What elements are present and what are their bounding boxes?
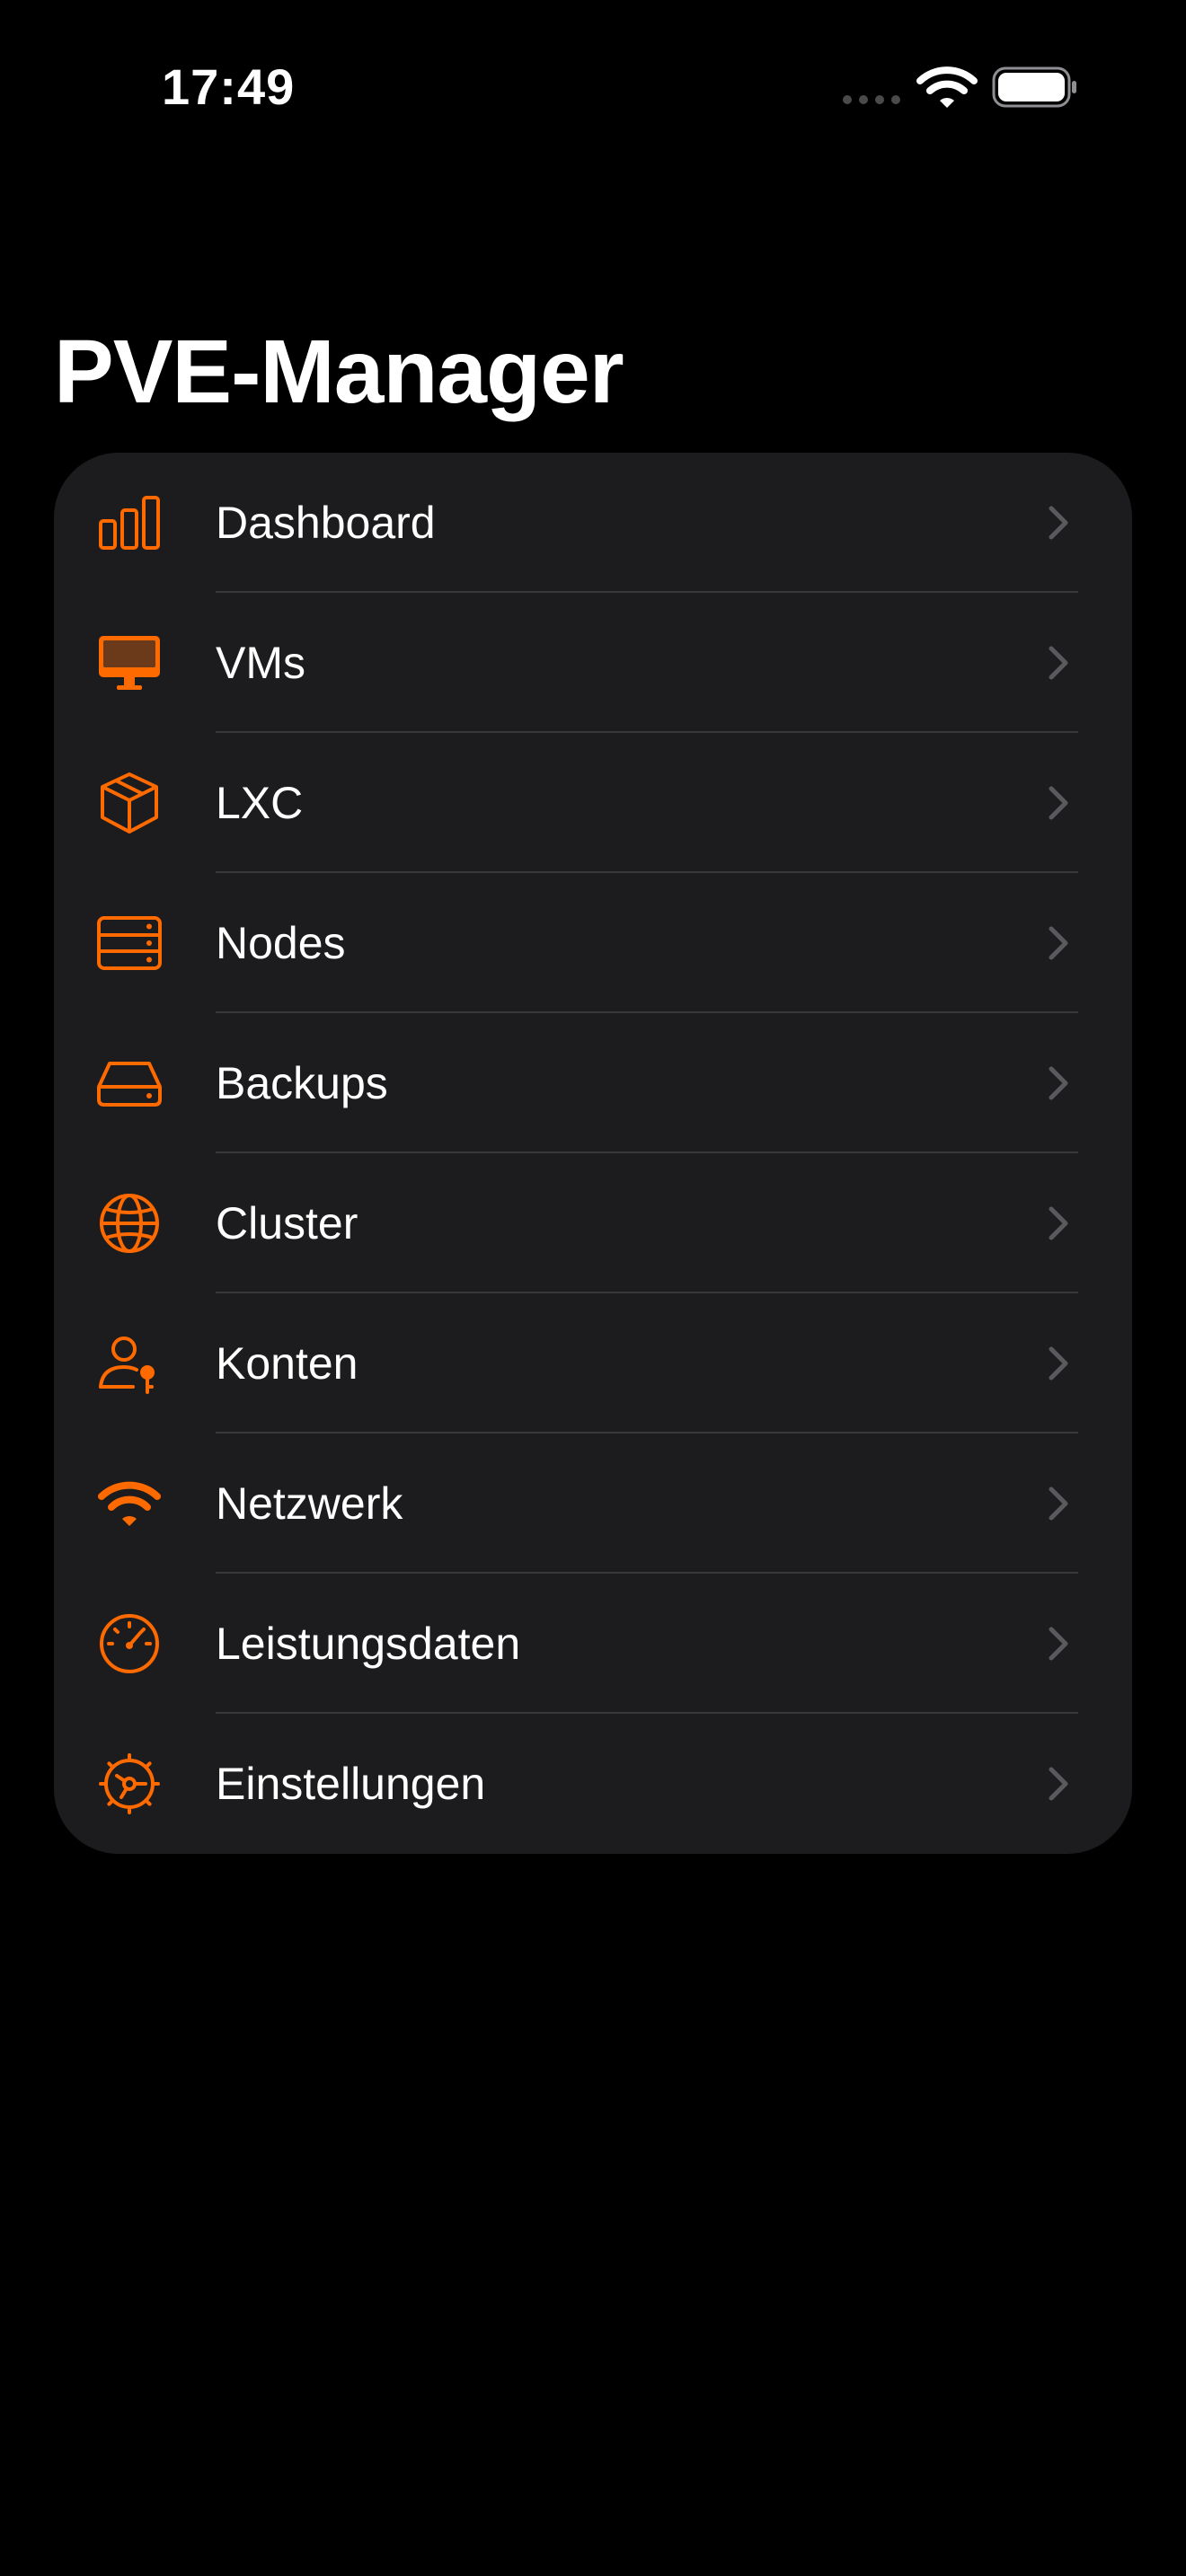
chevron-right-icon — [1049, 1066, 1068, 1100]
chevron-right-icon — [1049, 646, 1068, 680]
menu-item-dashboard[interactable]: Dashboard — [54, 453, 1132, 593]
menu-item-label: Dashboard — [216, 498, 436, 548]
desktop-monitor-icon — [97, 631, 162, 695]
page-title: PVE-Manager — [54, 322, 624, 422]
menu-item-label: Cluster — [216, 1198, 358, 1248]
main-menu: Dashboard VMs LXC Nodes Backups Cluster … — [54, 453, 1132, 1854]
chevron-right-icon — [1049, 1206, 1068, 1240]
status-time: 17:49 — [162, 58, 296, 115]
wifi-icon — [97, 1471, 162, 1536]
menu-item-label: Backups — [216, 1058, 388, 1108]
gauge-icon — [97, 1611, 162, 1676]
bar-chart-icon — [97, 490, 162, 555]
chevron-right-icon — [1049, 1767, 1068, 1801]
user-key-icon — [97, 1331, 162, 1396]
gear-icon — [97, 1751, 162, 1816]
menu-item-konten[interactable]: Konten — [54, 1293, 1132, 1434]
chevron-right-icon — [1049, 1346, 1068, 1381]
hard-drive-icon — [97, 1051, 162, 1116]
cellular-signal-icon — [843, 95, 900, 104]
menu-item-vms[interactable]: VMs — [54, 593, 1132, 733]
menu-item-nodes[interactable]: Nodes — [54, 873, 1132, 1013]
menu-item-label: Netzwerk — [216, 1478, 403, 1529]
globe-icon — [97, 1191, 162, 1256]
menu-item-leistungsdaten[interactable]: Leistungsdaten — [54, 1574, 1132, 1714]
chevron-right-icon — [1049, 786, 1068, 820]
chevron-right-icon — [1049, 506, 1068, 540]
menu-item-cluster[interactable]: Cluster — [54, 1153, 1132, 1293]
menu-item-netzwerk[interactable]: Netzwerk — [54, 1434, 1132, 1574]
chevron-right-icon — [1049, 1627, 1068, 1661]
cube-icon — [97, 771, 162, 835]
server-rack-icon — [97, 911, 162, 975]
menu-item-label: VMs — [216, 638, 305, 688]
chevron-right-icon — [1049, 926, 1068, 960]
menu-item-einstellungen[interactable]: Einstellungen — [54, 1714, 1132, 1854]
status-bar: 17:49 — [0, 0, 1186, 180]
menu-item-label: LXC — [216, 778, 304, 828]
menu-item-label: Leistungsdaten — [216, 1619, 521, 1669]
menu-item-lxc[interactable]: LXC — [54, 733, 1132, 873]
menu-item-backups[interactable]: Backups — [54, 1013, 1132, 1153]
battery-icon — [992, 66, 1076, 108]
menu-item-label: Einstellungen — [216, 1759, 486, 1809]
menu-item-label: Nodes — [216, 918, 346, 968]
menu-item-label: Konten — [216, 1338, 358, 1389]
chevron-right-icon — [1049, 1486, 1068, 1521]
wifi-status-icon — [916, 66, 978, 108]
